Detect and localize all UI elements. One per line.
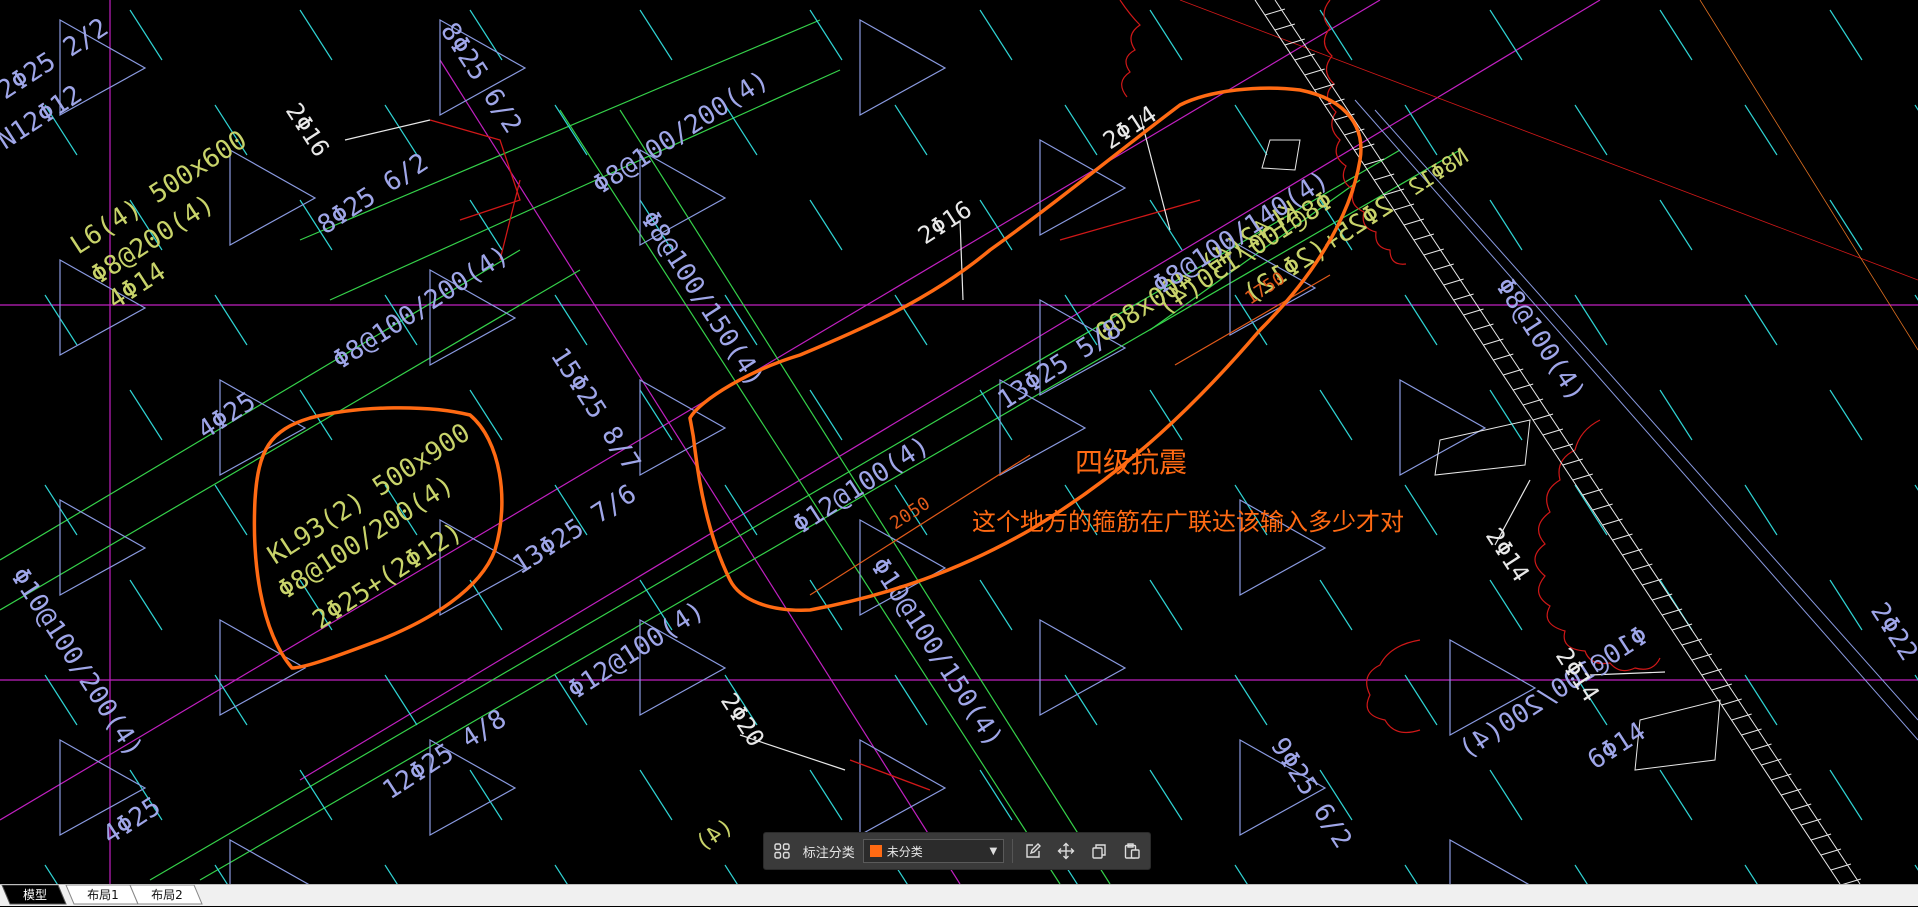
annotation-toolbar: 标注分类 未分类 ▼ [763,832,1151,870]
edit-icon[interactable] [1021,838,1046,864]
annotation-title: 四级抗震 [1075,446,1187,479]
tab-layout-1[interactable]: 布局1 [72,885,134,905]
paste-icon[interactable] [1119,838,1144,864]
category-label: 标注分类 [802,845,855,861]
move-icon[interactable] [1054,838,1079,864]
copy-icon[interactable] [1087,838,1112,864]
tab-model[interactable]: 模型 [10,885,60,905]
annotation-question: 这个地方的箍筋在广联达该输入多少才对 [972,508,1404,536]
category-value: 未分类 [886,844,923,859]
toolbar-divider [1012,839,1014,863]
tab-layout-2[interactable]: 布局2 [136,885,198,905]
category-color-swatch [869,845,882,857]
layout-tab-bar: 模型 布局1 布局2 [0,884,1918,906]
chevron-down-icon: ▼ [989,845,998,857]
grid-icon[interactable] [770,838,795,864]
category-dropdown[interactable]: 未分类 ▼ [862,839,1005,863]
cad-drawing: KL93(2) 500x900 Φ8@100/200(4) 2Φ25+(2Φ12… [0,0,1918,884]
cad-drawing-canvas[interactable]: KL93(2) 500x900 Φ8@100/200(4) 2Φ25+(2Φ12… [0,0,1918,884]
